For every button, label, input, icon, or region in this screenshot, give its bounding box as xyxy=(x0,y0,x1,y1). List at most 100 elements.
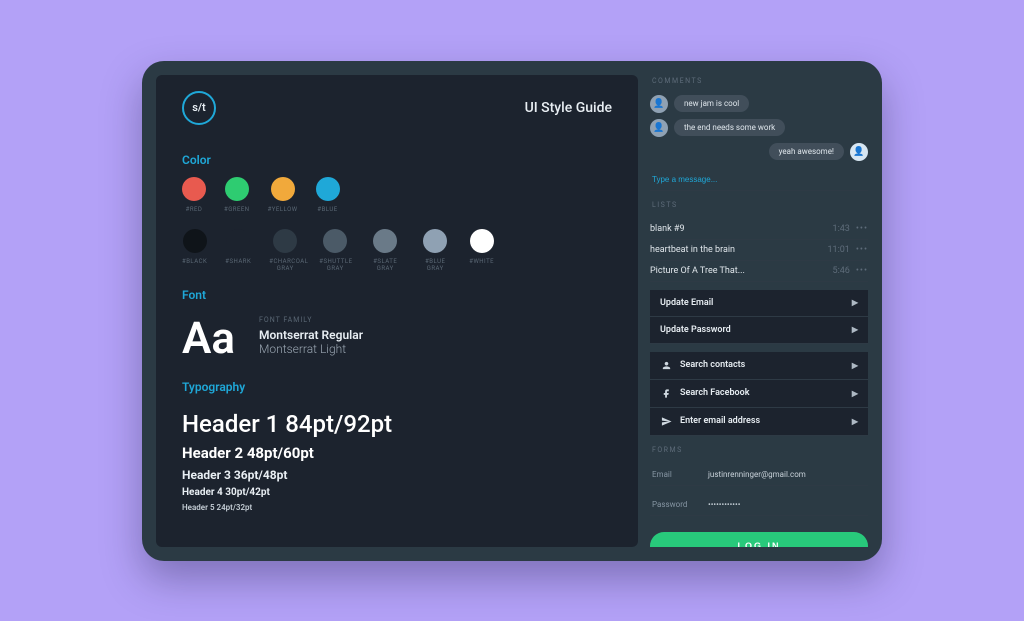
color-dot xyxy=(226,229,250,253)
comments-thread: 👤new jam is cool👤the end needs some work… xyxy=(650,95,868,161)
color-swatch: #GREEN xyxy=(224,177,250,213)
comment-bubble: new jam is cool xyxy=(674,95,749,112)
menu-item[interactable]: Update Email ▶ xyxy=(650,290,868,317)
color-dot xyxy=(316,177,340,201)
color-swatch: #RED xyxy=(182,177,206,213)
color-dot xyxy=(470,229,494,253)
send-icon xyxy=(660,416,672,427)
menu-item-label: Update Password xyxy=(660,325,731,335)
menu-item-label: Search Facebook xyxy=(680,388,749,398)
list-item[interactable]: Picture Of A Tree That... 5:46 ••• xyxy=(650,261,868,282)
palette-primary: #RED #GREEN #YELLOW #BLUE xyxy=(182,177,612,213)
settings-menu: Update Email ▶ Update Password ▶ xyxy=(650,290,868,344)
list-item-time: 1:43 xyxy=(833,224,850,234)
list-item[interactable]: blank #9 1:43 ••• xyxy=(650,219,868,240)
chevron-right-icon: ▶ xyxy=(852,325,858,334)
color-swatch: #BLUE xyxy=(316,177,340,213)
color-dot xyxy=(183,229,207,253)
menu-item[interactable]: Enter email address ▶ xyxy=(650,408,868,436)
list-item-meta: 11:01 ••• xyxy=(827,245,868,255)
facebook-icon xyxy=(660,388,672,399)
comment-row: yeah awesome!👤 xyxy=(650,143,868,161)
avatar: 👤 xyxy=(650,95,668,113)
contacts-icon xyxy=(660,360,672,371)
color-dot xyxy=(225,177,249,201)
form-email-value[interactable]: justinrenninger@gmail.com xyxy=(708,470,806,479)
list-item-name: heartbeat in the brain xyxy=(650,245,735,255)
color-name: #YELLOW xyxy=(268,206,298,213)
color-name: #SLATE GRAY xyxy=(369,258,401,272)
comment-bubble: the end needs some work xyxy=(674,119,785,136)
login-button[interactable]: LOG IN xyxy=(650,532,868,547)
menu-item[interactable]: Search Facebook ▶ xyxy=(650,380,868,408)
search-menu: Search contacts▶Search Facebook▶Enter em… xyxy=(650,352,868,436)
typo-h5: Header 5 24pt/32pt xyxy=(182,503,612,512)
more-icon[interactable]: ••• xyxy=(856,224,868,234)
main-panel: s/t UI Style Guide Color #RED #GREEN #YELL… xyxy=(156,75,638,547)
color-dot xyxy=(373,229,397,253)
forms-label: FORMS xyxy=(652,446,868,454)
color-swatch: #SLATE GRAY xyxy=(369,229,401,272)
list-item-name: blank #9 xyxy=(650,224,685,234)
menu-item-label: Search contacts xyxy=(680,360,745,370)
font-mini-label: FONT FAMILY xyxy=(259,316,363,324)
chevron-right-icon: ▶ xyxy=(852,417,858,426)
menu-item-left: Search Facebook xyxy=(660,388,749,399)
form-email-row: Email justinrenninger@gmail.com xyxy=(650,464,868,486)
color-dot xyxy=(423,229,447,253)
menu-item-label: Enter email address xyxy=(680,416,760,426)
menu-item[interactable]: Update Password ▶ xyxy=(650,317,868,344)
font-family-light: Montserrat Light xyxy=(259,342,363,356)
color-name: #BLUE xyxy=(317,206,337,213)
typography-block: Header 1 84pt/92pt Header 2 48pt/60pt He… xyxy=(182,404,612,512)
color-name: #SHARK xyxy=(225,258,251,265)
brand-logo-text: s/t xyxy=(192,101,206,114)
comment-row: 👤the end needs some work xyxy=(650,119,868,137)
device-frame: s/t UI Style Guide Color #RED #GREEN #YELL… xyxy=(142,61,882,561)
chevron-right-icon: ▶ xyxy=(852,389,858,398)
color-name: #BLACK xyxy=(182,258,207,265)
color-swatch: #CHARCOAL GRAY xyxy=(269,229,301,272)
list-item-meta: 5:46 ••• xyxy=(833,266,868,276)
typo-h4: Header 4 30pt/42pt xyxy=(182,487,612,498)
topbar: s/t UI Style Guide xyxy=(182,91,612,125)
menu-item[interactable]: Search contacts▶ xyxy=(650,352,868,380)
palette-grays: #BLACK #SHARK #CHARCOAL GRAY #SHUTTLE GRAY #… xyxy=(182,229,612,272)
chevron-right-icon: ▶ xyxy=(852,298,858,307)
font-row: Aa FONT FAMILY Montserrat Regular Montse… xyxy=(182,316,612,360)
color-name: #RED xyxy=(186,206,203,213)
color-dot xyxy=(271,177,295,201)
comments-label: COMMENTS xyxy=(652,77,868,85)
comment-row: 👤 new jam is cool xyxy=(650,95,868,113)
menu-item-left: Search contacts xyxy=(660,360,745,371)
menu-item-label: Update Email xyxy=(660,298,713,308)
message-input[interactable] xyxy=(650,169,868,191)
more-icon[interactable]: ••• xyxy=(856,266,868,276)
color-dot xyxy=(323,229,347,253)
menu-item-left: Enter email address xyxy=(660,416,760,427)
form-password-value[interactable]: •••••••••••• xyxy=(708,500,740,509)
color-dot xyxy=(273,229,297,253)
section-typography-label: Typography xyxy=(182,380,612,394)
section-font-label: Font xyxy=(182,288,612,302)
form-password-label: Password xyxy=(652,500,696,509)
section-color-label: Color xyxy=(182,153,612,167)
more-icon[interactable]: ••• xyxy=(856,245,868,255)
color-name: #CHARCOAL GRAY xyxy=(269,258,301,272)
font-meta: FONT FAMILY Montserrat Regular Montserra… xyxy=(259,316,363,356)
list-item[interactable]: heartbeat in the brain 11:01 ••• xyxy=(650,240,868,261)
color-name: #SHUTTLE GRAY xyxy=(319,258,351,272)
form-password-row: Password •••••••••••• xyxy=(650,494,868,516)
avatar: 👤 xyxy=(850,143,868,161)
list-item-time: 11:01 xyxy=(827,245,849,255)
list-item-time: 5:46 xyxy=(833,266,850,276)
lists-block: blank #9 1:43 ••• heartbeat in the brain 11:… xyxy=(650,219,868,282)
color-swatch: #SHARK xyxy=(225,229,251,272)
color-swatch: #YELLOW xyxy=(268,177,298,213)
color-name: #BLUE GRAY xyxy=(419,258,451,272)
color-name: #GREEN xyxy=(224,206,250,213)
typo-h1: Header 1 84pt/92pt xyxy=(182,410,612,438)
list-item-meta: 1:43 ••• xyxy=(833,224,868,234)
font-glyph: Aa xyxy=(182,316,235,360)
list-item-name: Picture Of A Tree That... xyxy=(650,266,745,276)
